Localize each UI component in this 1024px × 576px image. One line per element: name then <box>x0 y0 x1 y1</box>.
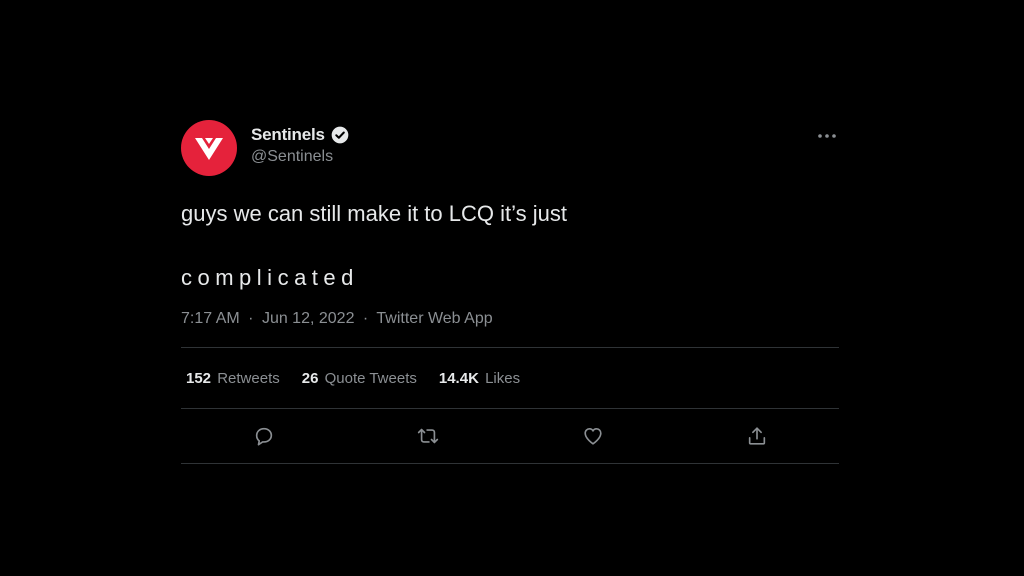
likes-stat[interactable]: 14.4K Likes <box>439 370 520 387</box>
heart-icon[interactable] <box>580 423 606 449</box>
verified-badge-icon <box>331 126 349 144</box>
tweet-stats: 152 Retweets 26 Quote Tweets 14.4K Likes <box>181 348 839 408</box>
display-name-row: Sentinels <box>251 124 350 146</box>
tweet-date[interactable]: Jun 12, 2022 <box>262 310 355 327</box>
tweet-meta: 7:17 AM · Jun 12, 2022 · Twitter Web App <box>181 310 839 328</box>
retweet-icon[interactable] <box>415 423 441 449</box>
divider <box>181 463 839 464</box>
quote-tweets-count: 26 <box>301 369 319 387</box>
retweets-label: Retweets <box>217 369 280 387</box>
quote-tweets-label: Quote Tweets <box>324 369 417 387</box>
quote-tweets-stat[interactable]: 26 Quote Tweets <box>302 370 417 387</box>
tweet-source[interactable]: Twitter Web App <box>376 310 492 327</box>
author-names: Sentinels @Sentinels <box>251 124 350 166</box>
likes-label: Likes <box>485 369 521 387</box>
user-handle[interactable]: @Sentinels <box>251 148 350 166</box>
avatar[interactable] <box>181 120 237 176</box>
screen: Sentinels @Sentinels guys we can still m… <box>0 0 1024 576</box>
tweet-header: Sentinels @Sentinels <box>181 120 839 178</box>
tweet-text-line2: complicated <box>181 265 359 290</box>
tweet-time[interactable]: 7:17 AM <box>181 310 240 327</box>
share-icon[interactable] <box>744 423 770 449</box>
meta-separator: · <box>362 310 369 327</box>
tweet-text-line1: guys we can still make it to LCQ it’s ju… <box>181 201 567 226</box>
retweets-stat[interactable]: 152 Retweets <box>186 370 280 387</box>
sentinels-logo <box>195 138 223 160</box>
tweet-card: Sentinels @Sentinels guys we can still m… <box>181 120 839 464</box>
tweet-actions <box>181 409 839 463</box>
likes-count: 14.4K <box>438 369 479 387</box>
more-icon[interactable] <box>815 124 839 148</box>
display-name[interactable]: Sentinels <box>251 125 325 145</box>
meta-separator: · <box>248 310 254 327</box>
reply-icon[interactable] <box>251 423 277 449</box>
retweets-count: 152 <box>186 369 212 387</box>
